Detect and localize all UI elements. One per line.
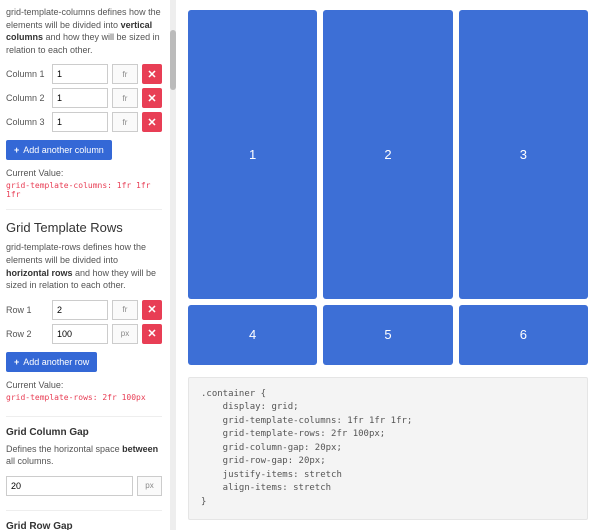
row-label: Row 1: [6, 305, 48, 315]
row-gap-title: Grid Row Gap: [6, 510, 162, 530]
rows-description: grid-template-rows defines how the eleme…: [6, 241, 162, 291]
delete-column-button[interactable]: ✕: [142, 88, 162, 108]
delete-column-button[interactable]: ✕: [142, 64, 162, 84]
row-value-input[interactable]: [52, 324, 108, 344]
column-gap-input[interactable]: [6, 476, 133, 496]
grid-preview: 1 2 3 4 5 6: [188, 10, 588, 365]
grid-cell: 2: [323, 10, 452, 299]
close-icon: ✕: [147, 68, 156, 81]
row-value-input[interactable]: [52, 300, 108, 320]
column-row: Column 3 fr ✕: [6, 112, 162, 132]
column-unit-select[interactable]: fr: [112, 64, 138, 84]
row-label: Row 2: [6, 329, 48, 339]
plus-icon: +: [14, 145, 19, 155]
delete-row-button[interactable]: ✕: [142, 324, 162, 344]
add-row-button[interactable]: + Add another row: [6, 352, 97, 372]
column-unit-select[interactable]: fr: [112, 88, 138, 108]
column-row: Column 1 fr ✕: [6, 64, 162, 84]
add-column-button[interactable]: + Add another column: [6, 140, 112, 160]
column-label: Column 3: [6, 117, 48, 127]
column-value-input[interactable]: [52, 112, 108, 132]
column-row: Column 2 fr ✕: [6, 88, 162, 108]
column-unit-select[interactable]: fr: [112, 112, 138, 132]
row-unit-select[interactable]: fr: [112, 300, 138, 320]
css-output[interactable]: .container { display: grid; grid-templat…: [188, 377, 588, 521]
column-label: Column 2: [6, 93, 48, 103]
grid-cell: 6: [459, 305, 588, 365]
delete-column-button[interactable]: ✕: [142, 112, 162, 132]
column-value-input[interactable]: [52, 88, 108, 108]
columns-current-value-label: Current Value:: [6, 168, 162, 178]
columns-current-value-code: grid-template-columns: 1fr 1fr 1fr: [6, 181, 162, 199]
plus-icon: +: [14, 357, 19, 367]
sidebar: grid-template-columns defines how the el…: [0, 0, 170, 530]
columns-description: grid-template-columns defines how the el…: [6, 6, 162, 56]
scrollbar-thumb[interactable]: [170, 30, 176, 90]
column-value-input[interactable]: [52, 64, 108, 84]
rows-section-title: Grid Template Rows: [6, 220, 162, 235]
divider: [6, 209, 162, 210]
grid-cell: 3: [459, 10, 588, 299]
sidebar-scrollbar[interactable]: [170, 0, 176, 530]
rows-current-value-code: grid-template-rows: 2fr 100px: [6, 393, 162, 402]
column-label: Column 1: [6, 69, 48, 79]
row-unit-select[interactable]: px: [112, 324, 138, 344]
column-gap-description: Defines the horizontal space between all…: [6, 443, 162, 468]
grid-cell: 4: [188, 305, 317, 365]
grid-cell: 5: [323, 305, 452, 365]
close-icon: ✕: [147, 303, 156, 316]
main-panel: 1 2 3 4 5 6 .container { display: grid; …: [176, 0, 600, 530]
column-gap-title: Grid Column Gap: [6, 416, 162, 438]
close-icon: ✕: [147, 327, 156, 340]
close-icon: ✕: [147, 116, 156, 129]
column-gap-unit-select[interactable]: px: [137, 476, 162, 496]
row-row: Row 1 fr ✕: [6, 300, 162, 320]
rows-current-value-label: Current Value:: [6, 380, 162, 390]
row-row: Row 2 px ✕: [6, 324, 162, 344]
delete-row-button[interactable]: ✕: [142, 300, 162, 320]
grid-cell: 1: [188, 10, 317, 299]
close-icon: ✕: [147, 92, 156, 105]
